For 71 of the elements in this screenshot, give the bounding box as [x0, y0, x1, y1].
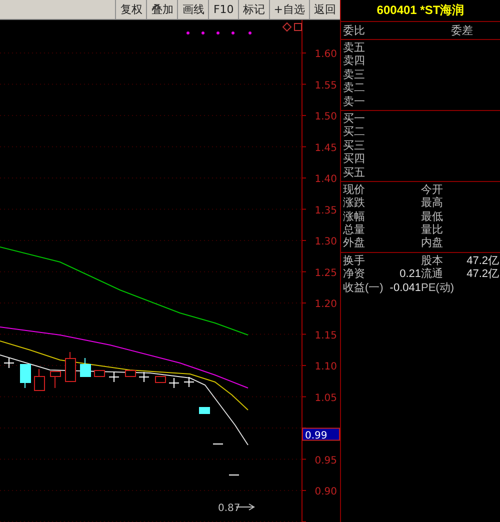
field-value: -0.041	[388, 282, 421, 296]
candlestick	[199, 406, 210, 414]
field-label: 量比	[421, 224, 444, 237]
ask-label: 卖二	[343, 82, 366, 96]
candlestick	[50, 370, 61, 388]
axis-label: 0.90	[314, 486, 337, 498]
candlestick	[20, 364, 31, 388]
field-label: 外盘	[343, 237, 366, 251]
field-label: 最低	[421, 210, 444, 224]
field-label: 今开	[421, 184, 444, 196]
field-label: 总量	[343, 224, 366, 237]
axis-label: 1.35	[314, 205, 337, 216]
candlestick	[108, 372, 120, 382]
field-label: 净资	[343, 268, 366, 282]
candlestick	[94, 370, 105, 377]
field-label: 换手	[343, 254, 366, 268]
axis-label: 1.05	[314, 392, 337, 404]
ask-label: 卖三	[343, 68, 366, 82]
dot-icon	[202, 32, 204, 34]
field-label: 流通	[421, 268, 444, 282]
candlestick	[138, 372, 150, 382]
bid-label: 买二	[343, 126, 366, 140]
axis-label: 1.45	[314, 142, 337, 154]
candlestick	[4, 358, 14, 368]
bid-label: 买四	[343, 153, 366, 167]
axis-label: 1.55	[314, 80, 337, 92]
candlestick	[155, 376, 166, 383]
dot-icon	[232, 32, 234, 34]
field-value: 0.21	[398, 268, 421, 282]
dot-icon	[216, 32, 220, 34]
field-label: PE(动)	[421, 282, 455, 296]
field-label: 最高	[421, 197, 444, 211]
dot-icon	[248, 32, 252, 34]
field-value: 47.2亿	[466, 254, 499, 268]
low-price-label: 0.87	[218, 503, 240, 514]
candlestick	[65, 352, 76, 382]
axis-label: 1.25	[314, 268, 337, 279]
axis-label: 1.60	[314, 49, 337, 60]
axis-label: 1.15	[314, 330, 337, 342]
candlestick	[125, 370, 136, 377]
axis-label: 0.95	[314, 455, 337, 466]
field-label: 收益(一)	[343, 282, 384, 296]
candlestick	[228, 474, 240, 476]
current-price-marker: 0.99	[302, 428, 340, 442]
field-label: 涨跌	[343, 197, 366, 211]
ask-label: 卖五	[343, 42, 366, 55]
ask-label: 卖一	[343, 96, 366, 109]
candlestick	[168, 378, 180, 388]
candlestick	[34, 368, 45, 391]
axis-label: 1.40	[314, 174, 337, 185]
axis-label: 1.50	[314, 112, 337, 122]
field-label: 股本	[421, 254, 444, 268]
axis-label: 1.30	[314, 236, 337, 248]
candlestick	[80, 358, 91, 377]
bid-label: 买三	[343, 140, 366, 153]
axis-label: 1.10	[314, 362, 337, 372]
dot-icon	[186, 32, 190, 34]
bid-label: 买五	[343, 166, 366, 180]
ask-label: 卖四	[343, 55, 366, 69]
field-label: 涨幅	[343, 210, 366, 224]
field-label: 现价	[343, 184, 366, 197]
square-icon	[294, 23, 302, 31]
field-label: 委比	[343, 24, 366, 38]
bid-label: 买一	[343, 112, 366, 126]
diamond-icon	[282, 22, 292, 32]
field-label: 委差	[450, 24, 474, 38]
axis-label: 1.20	[314, 299, 337, 310]
stock-title: 600401 *ST海润	[341, 0, 500, 22]
field-value: 47.2亿	[466, 268, 499, 282]
candlestick	[184, 376, 194, 388]
field-label: 内盘	[421, 237, 444, 251]
